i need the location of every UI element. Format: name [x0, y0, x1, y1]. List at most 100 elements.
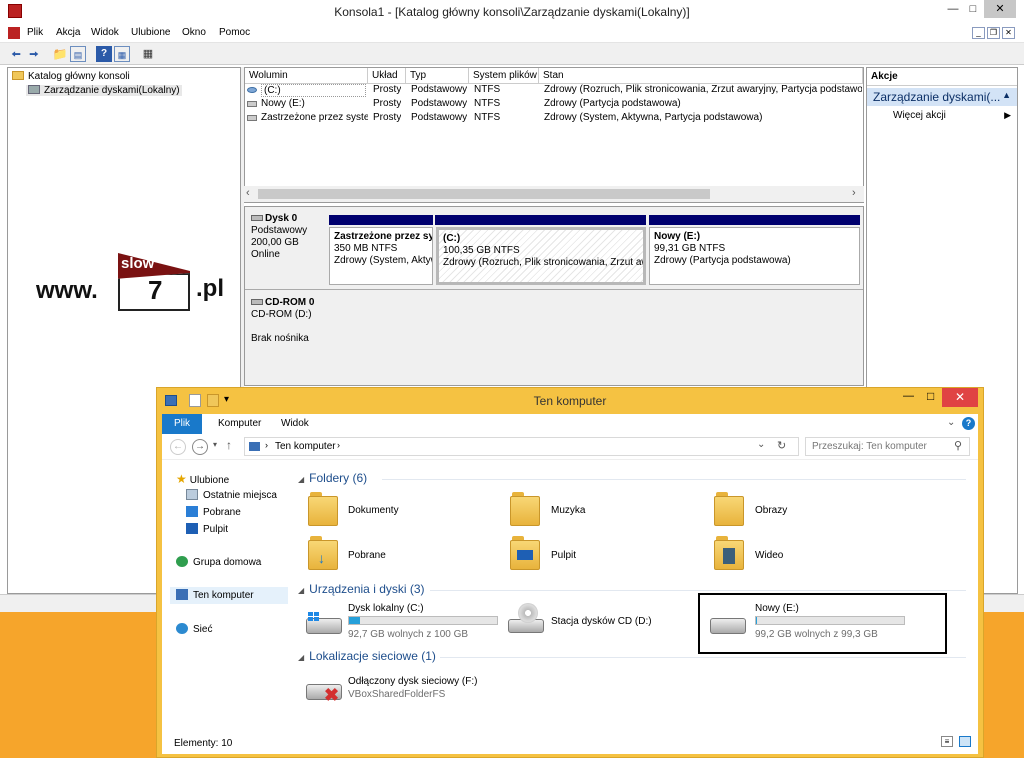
item-count: Elementy: 10 — [174, 738, 233, 749]
expand-ribbon-icon[interactable]: ⌄ — [947, 417, 955, 428]
nav-recent[interactable]: Ostatnie miejsca — [186, 489, 277, 501]
partition-reserved[interactable]: Zastrzeżone przez sys 350 MB NTFS Zdrowy… — [329, 227, 433, 285]
address-dropdown-icon[interactable]: ⌄ — [757, 439, 765, 450]
properties-icon[interactable]: ▦ — [140, 46, 156, 62]
child-minimize-icon[interactable]: _ — [972, 27, 985, 39]
drive-e-icon[interactable] — [710, 612, 750, 638]
menu-ulubione[interactable]: Ulubione — [131, 27, 170, 38]
scroll-left-icon[interactable]: ‹ — [246, 187, 250, 199]
tab-komputer[interactable]: Komputer — [218, 418, 261, 429]
collapse-group-icon[interactable]: ◢ — [298, 586, 304, 595]
menu-widok[interactable]: Widok — [91, 27, 119, 38]
folder-label[interactable]: Dokumenty — [348, 505, 399, 516]
breadcrumb[interactable]: Ten komputer — [275, 441, 336, 452]
back-arrow-icon[interactable]: 🠨 — [8, 46, 24, 62]
recent-locations-icon[interactable]: ▾ — [213, 440, 217, 449]
explorer-minimize-button[interactable]: — — [903, 390, 914, 402]
nav-thispc[interactable]: Ten komputer — [170, 587, 288, 604]
help-icon[interactable]: ? — [96, 46, 112, 62]
show-action-pane-icon[interactable]: ▦ — [114, 46, 130, 62]
drive-d-label[interactable]: Stacja dysków CD (D:) — [551, 616, 652, 627]
scroll-thumb[interactable] — [258, 189, 710, 199]
group-folders-header[interactable]: ◢ Foldery (6) — [298, 471, 367, 485]
group-network-header[interactable]: ◢ Lokalizacje sieciowe (1) — [298, 649, 436, 663]
drive-c-label[interactable]: Dysk lokalny (C:) — [348, 603, 424, 614]
nav-homegroup[interactable]: Grupa domowa — [176, 556, 261, 568]
collapse-group-icon[interactable]: ◢ — [298, 475, 304, 484]
scroll-right-icon[interactable]: › — [852, 187, 856, 199]
volume-name: (C:) — [261, 84, 366, 97]
folder-label[interactable]: Pobrane — [348, 550, 386, 561]
folder-label[interactable]: Obrazy — [755, 505, 787, 516]
collapse-group-icon[interactable]: ◢ — [298, 653, 304, 662]
table-row[interactable]: (C:) Prosty Podstawowy NTFS Zdrowy (Rozr… — [245, 84, 863, 97]
large-icons-view-icon[interactable] — [959, 736, 971, 747]
column-header-stan[interactable]: Stan — [539, 68, 863, 84]
help-icon[interactable]: ? — [962, 417, 975, 430]
close-button[interactable]: ✕ — [984, 0, 1016, 18]
column-header-typ[interactable]: Typ — [406, 68, 469, 84]
drive-e-label[interactable]: Nowy (E:) — [755, 603, 799, 614]
folder-videos-icon[interactable] — [714, 536, 744, 572]
folder-pictures-icon[interactable] — [714, 492, 744, 528]
folder-documents-icon[interactable] — [308, 492, 338, 528]
nav-network[interactable]: Sieć — [176, 623, 212, 635]
group-devices-header[interactable]: ◢ Urządzenia i dyski (3) — [298, 582, 425, 596]
partition-e[interactable]: Nowy (E:) 99,31 GB NTFS Zdrowy (Partycja… — [649, 227, 860, 285]
folder-label[interactable]: Pulpit — [551, 550, 576, 561]
search-input[interactable]: Przeszukaj: Ten komputer ⚲ — [805, 437, 970, 456]
up-button[interactable]: ↑ — [226, 438, 232, 452]
partition-c[interactable]: (C:) 100,35 GB NTFS Zdrowy (Rozruch, Pli… — [436, 227, 646, 285]
nav-favorites[interactable]: ★ Ulubione — [176, 472, 229, 486]
refresh-icon[interactable]: ↻ — [777, 439, 786, 452]
menu-pomoc[interactable]: Pomoc — [219, 27, 250, 38]
menu-akcja[interactable]: Akcja — [56, 27, 80, 38]
table-row[interactable]: Zastrzeżone przez system Prosty Podstawo… — [245, 112, 863, 125]
folder-music-icon[interactable] — [510, 492, 540, 528]
column-header-system[interactable]: System plików — [469, 68, 539, 84]
folder-label[interactable]: Wideo — [755, 550, 783, 561]
network-drive-icon[interactable]: ✖ — [306, 678, 346, 704]
cdrom-label[interactable]: CD-ROM 0 CD-ROM (D:) Brak nośnika — [245, 291, 327, 361]
table-row[interactable]: Nowy (E:) Prosty Podstawowy NTFS Zdrowy … — [245, 98, 863, 111]
maximize-button[interactable]: □ — [960, 0, 986, 18]
collapse-icon[interactable]: ▲ — [1002, 90, 1011, 100]
back-button[interactable]: ← — [170, 439, 186, 455]
child-restore-icon[interactable]: ❐ — [987, 27, 1000, 39]
folder-desktop-icon[interactable] — [510, 536, 540, 572]
folder-downloads-icon[interactable]: ↓ — [308, 536, 338, 572]
local-disk-icon[interactable] — [306, 612, 346, 638]
tab-widok[interactable]: Widok — [281, 418, 309, 429]
column-header-wolumin[interactable]: Wolumin — [245, 68, 368, 84]
drive-c-free: 92,7 GB wolnych z 100 GB — [348, 629, 469, 640]
child-close-icon[interactable]: ✕ — [1002, 27, 1015, 39]
nav-desktop[interactable]: Pulpit — [186, 523, 228, 535]
disk0-label[interactable]: Dysk 0 Podstawowy 200,00 GB Online — [245, 207, 327, 285]
tree-disk-management[interactable]: Zarządzanie dyskami(Lokalny) — [26, 85, 182, 96]
search-icon[interactable]: ⚲ — [954, 439, 962, 452]
computer-icon — [176, 589, 188, 600]
disk0-name: Dysk 0 — [265, 213, 298, 224]
folder-label[interactable]: Muzyka — [551, 505, 585, 516]
details-view-icon[interactable]: ≡ — [941, 736, 953, 747]
cd-drive-icon[interactable] — [508, 603, 548, 633]
submenu-arrow-icon: ▶ — [1004, 110, 1011, 120]
forward-arrow-icon[interactable]: 🠪 — [26, 46, 42, 62]
tab-plik[interactable]: Plik — [162, 414, 202, 434]
network-drive-label[interactable]: Odłączony dysk sieciowy (F:) — [348, 676, 477, 687]
nav-desktop-label: Pulpit — [203, 524, 229, 535]
column-header-uklad[interactable]: Układ — [368, 68, 406, 84]
menu-plik[interactable]: Plik — [27, 27, 43, 38]
more-actions[interactable]: Więcej akcji ▶ — [893, 110, 1015, 121]
show-tree-icon[interactable]: ▤ — [70, 46, 86, 62]
explorer-close-button[interactable]: ✕ — [942, 388, 978, 407]
nav-downloads[interactable]: Pobrane — [186, 506, 241, 518]
menu-okno[interactable]: Okno — [182, 27, 206, 38]
explorer-maximize-button[interactable]: □ — [927, 389, 934, 403]
up-folder-icon[interactable]: 📁 — [52, 46, 68, 62]
horizontal-scrollbar[interactable]: ‹ › — [244, 186, 864, 202]
forward-button[interactable]: → — [192, 439, 208, 455]
tree-root[interactable]: Katalog główny konsoli — [12, 71, 130, 82]
address-field[interactable]: › Ten komputer › ⌄ ↻ — [244, 437, 799, 456]
actions-selected[interactable]: Zarządzanie dyskami(... ▲ — [867, 88, 1017, 106]
